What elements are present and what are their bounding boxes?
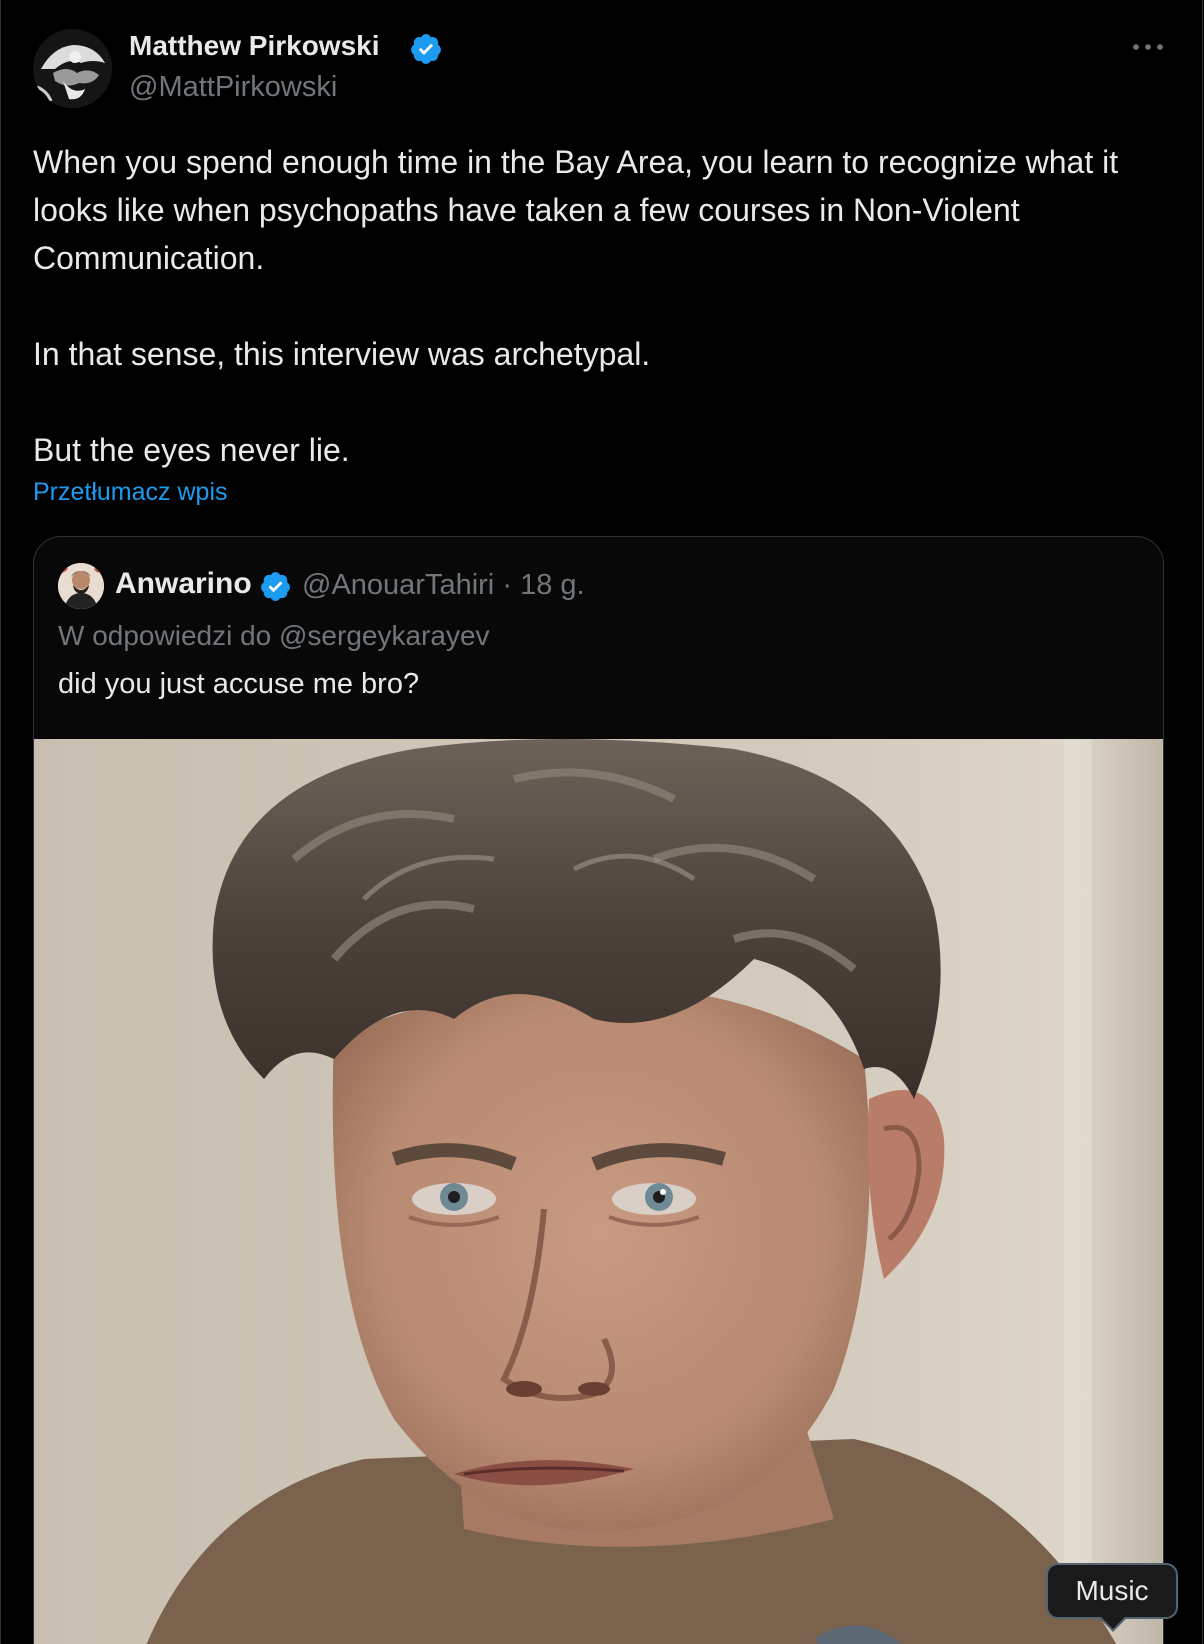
quoted-tweet-text: did you just accuse me bro? xyxy=(58,668,420,700)
author-display-name[interactable]: Matthew Pirkowski xyxy=(129,30,380,62)
tweet-text: When you spend enough time in the Bay Ar… xyxy=(33,138,1173,474)
tweet-paragraph: When you spend enough time in the Bay Ar… xyxy=(33,144,1119,276)
quoted-video[interactable] xyxy=(34,739,1163,1644)
quoted-author-handle[interactable]: @AnouarTahiri xyxy=(302,569,494,601)
author-handle[interactable]: @MattPirkowski xyxy=(129,71,337,104)
tweet-paragraph: But the eyes never lie. xyxy=(33,432,350,468)
quoted-tweet-card[interactable]: Anwarino @AnouarTahiri · 18 g. W odpowie… xyxy=(33,536,1164,1644)
quoted-author-display-name[interactable]: Anwarino xyxy=(115,567,252,601)
verified-badge-icon[interactable] xyxy=(409,32,443,66)
music-tooltip-label: Music xyxy=(1075,1575,1149,1606)
music-tooltip: Music xyxy=(1046,1563,1178,1632)
quoted-author-avatar[interactable] xyxy=(58,563,104,609)
quoted-timestamp[interactable]: 18 g. xyxy=(520,569,585,601)
column-border-left xyxy=(0,0,1,1644)
translate-link[interactable]: Przetłumacz wpis xyxy=(33,478,228,507)
verified-badge-icon[interactable] xyxy=(259,570,292,603)
tweet-paragraph: In that sense, this interview was archet… xyxy=(33,336,651,372)
author-avatar[interactable] xyxy=(33,29,112,108)
video-frame-image xyxy=(34,739,1163,1644)
more-horizontal-icon[interactable] xyxy=(1130,34,1166,60)
column-border-right xyxy=(1202,0,1203,1644)
meta-separator: · xyxy=(502,569,512,601)
quoted-meta: @AnouarTahiri · 18 g. xyxy=(302,569,585,602)
quoted-reply-context: W odpowiedzi do @sergeykarayev xyxy=(58,620,490,651)
